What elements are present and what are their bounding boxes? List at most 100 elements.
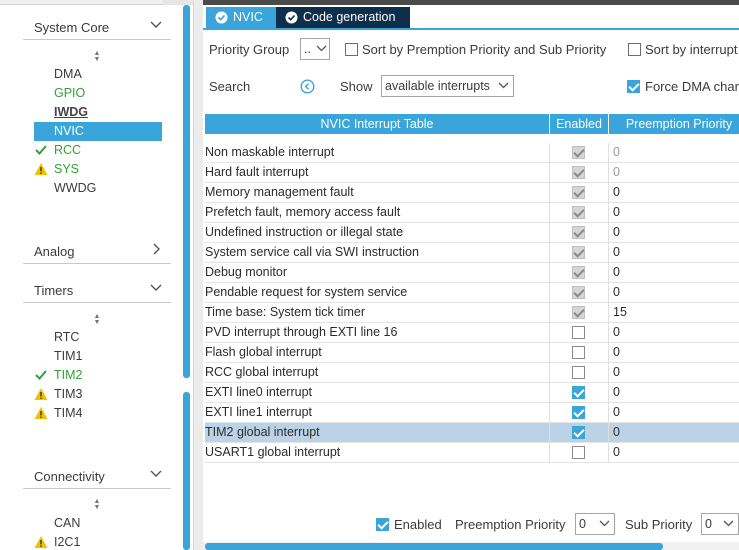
sort-interrupt-checkbox[interactable] xyxy=(628,43,641,56)
show-filter-select[interactable]: available interrupts xyxy=(381,75,514,97)
column-header-preemption[interactable]: Preemption Priority xyxy=(609,114,739,134)
tree-item-label: TIM2 xyxy=(54,368,83,382)
preemption-priority-value[interactable]: 15 xyxy=(613,303,627,322)
enabled-checkbox[interactable] xyxy=(572,366,585,379)
horizontal-scrollbar[interactable] xyxy=(205,543,663,550)
preemption-priority-value[interactable]: 0 xyxy=(613,223,620,242)
window-top-edge xyxy=(203,0,739,5)
footer-enabled-label: Enabled xyxy=(394,517,442,532)
enabled-checkbox[interactable] xyxy=(572,386,585,399)
tree-item-tim1[interactable]: TIM1 xyxy=(34,347,162,366)
tree-item-sys[interactable]: SYS xyxy=(34,160,162,179)
table-row[interactable]: Debug monitor 0 xyxy=(205,263,739,283)
tree-item-tim4[interactable]: TIM4 xyxy=(34,404,162,423)
preemption-priority-value[interactable]: 0 xyxy=(613,263,620,282)
table-row[interactable]: Hard fault interrupt 0 xyxy=(205,163,739,183)
enabled-checkbox[interactable] xyxy=(572,406,585,419)
enabled-checkbox xyxy=(572,146,585,159)
table-row[interactable]: RCC global interrupt 0 xyxy=(205,363,739,383)
table-row[interactable]: Time base: System tick timer 15 xyxy=(205,303,739,323)
preemption-priority-value[interactable]: 0 xyxy=(613,343,620,362)
panel-splitter[interactable] xyxy=(193,0,203,550)
footer-preemption-select[interactable]: 0 xyxy=(575,513,615,535)
warning-icon xyxy=(34,407,48,419)
tree-item-i2c1[interactable]: I2C1 xyxy=(34,533,162,550)
search-label: Search xyxy=(209,79,251,94)
tab-code-generation[interactable]: Code generation xyxy=(276,7,410,28)
tree-item-label: TIM1 xyxy=(54,349,83,363)
interrupt-name: TIM2 global interrupt xyxy=(205,425,320,439)
sort-arrows-icon[interactable]: ▲ ▼ xyxy=(92,313,102,326)
preemption-priority-value[interactable]: 0 xyxy=(613,363,620,382)
category-analog[interactable]: Analog xyxy=(23,238,171,264)
enabled-checkbox[interactable] xyxy=(572,426,585,439)
tree-item-gpio[interactable]: GPIO xyxy=(34,84,162,103)
table-row[interactable]: Non maskable interrupt 0 xyxy=(205,143,739,163)
check-icon xyxy=(35,145,47,155)
sort-interrupt-label: Sort by interrupt xyxy=(645,42,738,57)
left-panel-scrollbar[interactable] xyxy=(183,5,190,378)
preemption-priority-value[interactable]: 0 xyxy=(613,243,620,262)
table-row[interactable]: Pendable request for system service 0 xyxy=(205,283,739,303)
table-row[interactable]: PVD interrupt through EXTI line 16 0 xyxy=(205,323,739,343)
preemption-priority-value[interactable]: 0 xyxy=(613,183,620,202)
sort-arrows-icon[interactable]: ▲ ▼ xyxy=(92,498,102,511)
preemption-priority-value[interactable]: 0 xyxy=(613,143,620,162)
enabled-checkbox xyxy=(572,186,585,199)
footer-sub-priority-select[interactable]: 0 xyxy=(701,513,739,535)
table-row[interactable]: Flash global interrupt 0 xyxy=(205,343,739,363)
preemption-priority-value[interactable]: 0 xyxy=(613,203,620,222)
chevron-down-icon xyxy=(150,470,162,477)
footer-enabled-checkbox[interactable] xyxy=(376,518,389,531)
table-row[interactable]: EXTI line0 interrupt 0 xyxy=(205,383,739,403)
tree-item-label: DMA xyxy=(54,67,82,81)
tree-item-dma[interactable]: DMA xyxy=(34,65,162,84)
show-label: Show xyxy=(340,79,373,94)
priority-group-select[interactable]: .. xyxy=(300,38,330,60)
tree-item-tim2[interactable]: TIM2 xyxy=(34,366,162,385)
tab-nvic[interactable]: NVIC xyxy=(206,7,276,28)
preemption-priority-value[interactable]: 0 xyxy=(613,403,620,422)
warning-icon xyxy=(34,163,48,175)
tree-item-tim3[interactable]: TIM3 xyxy=(34,385,162,404)
category-timers[interactable]: Timers xyxy=(23,277,171,303)
table-row[interactable]: Memory management fault 0 xyxy=(205,183,739,203)
tree-item-label: TIM4 xyxy=(54,406,83,420)
left-panel-topbar xyxy=(0,0,193,5)
enabled-checkbox[interactable] xyxy=(572,326,585,339)
interrupt-name: Time base: System tick timer xyxy=(205,305,365,319)
sort-premption-checkbox[interactable] xyxy=(345,43,358,56)
table-row[interactable]: USART1 global interrupt 0 xyxy=(205,443,739,463)
search-back-icon[interactable] xyxy=(300,79,315,94)
preemption-priority-value[interactable]: 0 xyxy=(613,383,620,402)
enabled-checkbox[interactable] xyxy=(572,346,585,359)
tree-item-iwdg[interactable]: IWDG xyxy=(34,103,162,122)
tab-strip-underline xyxy=(203,28,739,30)
tree-item-nvic[interactable]: NVIC xyxy=(34,122,162,141)
table-row[interactable]: System service call via SWI instruction 0 xyxy=(205,243,739,263)
preemption-priority-value[interactable]: 0 xyxy=(613,443,620,462)
interrupt-name: USART1 global interrupt xyxy=(205,445,341,459)
tree-item-rcc[interactable]: RCC xyxy=(34,141,162,160)
tree-item-rtc[interactable]: RTC xyxy=(34,328,162,347)
sort-arrows-icon[interactable]: ▲ ▼ xyxy=(92,50,102,63)
force-dma-checkbox[interactable] xyxy=(627,80,640,93)
category-system-core[interactable]: System Core xyxy=(23,14,171,40)
preemption-priority-value[interactable]: 0 xyxy=(613,163,620,182)
table-row[interactable]: Undefined instruction or illegal state 0 xyxy=(205,223,739,243)
tree-item-wwdg[interactable]: WWDG xyxy=(34,179,162,198)
category-connectivity[interactable]: Connectivity xyxy=(23,463,171,489)
table-row[interactable]: Prefetch fault, memory access fault 0 xyxy=(205,203,739,223)
column-header-enabled[interactable]: Enabled xyxy=(550,114,608,134)
preemption-priority-value[interactable]: 0 xyxy=(613,423,620,442)
left-panel-scrollbar-lower[interactable] xyxy=(183,392,190,550)
preemption-priority-value[interactable]: 0 xyxy=(613,323,620,342)
table-row[interactable]: EXTI line1 interrupt 0 xyxy=(205,403,739,423)
interrupt-name: System service call via SWI instruction xyxy=(205,245,419,259)
table-row[interactable]: TIM2 global interrupt 0 xyxy=(205,423,739,443)
preemption-priority-value[interactable]: 0 xyxy=(613,283,620,302)
tree-item-can[interactable]: CAN xyxy=(34,514,162,533)
column-header-interrupt[interactable]: NVIC Interrupt Table xyxy=(205,114,549,134)
category-title: Timers xyxy=(34,283,74,298)
enabled-checkbox[interactable] xyxy=(572,446,585,459)
